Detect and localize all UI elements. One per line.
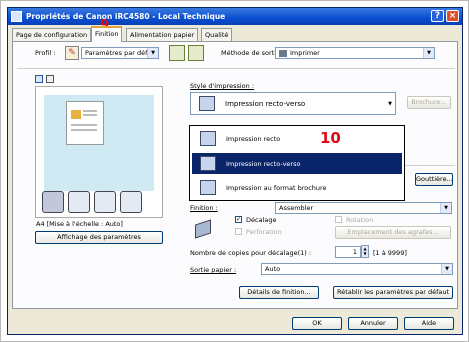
chevron-down-icon: ▼ — [423, 48, 434, 58]
option-simplex-label: Impression recto — [226, 135, 281, 143]
help-button[interactable]: Aide — [404, 317, 454, 330]
option-booklet[interactable]: Impression au format brochure — [192, 177, 402, 198]
profile-select[interactable]: Paramètres par défaut ▼ — [81, 47, 159, 59]
window-title: Propriétés de Canon iRC4580 - Local Tech… — [26, 12, 226, 21]
gutter-button[interactable]: Gouttière... — [415, 173, 453, 186]
staple-location-button[interactable]: Emplacement des agrafes... — [335, 226, 451, 239]
copies-icon — [42, 191, 64, 213]
print-icon — [279, 49, 287, 57]
help-icon[interactable]: ? — [431, 10, 444, 22]
option-duplex-label: Impression recto-verso — [226, 160, 301, 168]
duplex-style-icon — [199, 96, 215, 111]
cancel-button[interactable]: Annuler — [348, 317, 398, 330]
layout-icon[interactable] — [35, 75, 43, 83]
separator — [17, 68, 455, 69]
preview-box — [35, 86, 163, 218]
tab-finishing[interactable]: Finition — [91, 26, 123, 42]
booklet-button[interactable]: Brochure... — [407, 96, 451, 109]
offset-label: Décalage — [246, 216, 277, 224]
add-profile-icon[interactable] — [169, 45, 185, 61]
step-marker-10: 10 — [320, 129, 341, 147]
rotation-label: Rotation — [346, 216, 374, 224]
tab-paper-source[interactable]: Alimentation papier — [126, 28, 199, 41]
duplex-icon — [68, 191, 90, 213]
spinner-icon[interactable]: ▲ ▼ — [361, 245, 369, 258]
screenshot-frame: Propriétés de Canon iRC4580 - Local Tech… — [0, 0, 469, 342]
edit-profile-icon[interactable] — [188, 45, 204, 61]
restore-defaults-button[interactable]: Rétablir les paramètres par défaut — [333, 286, 453, 299]
tab-page-setup[interactable]: Page de configuration — [12, 28, 92, 41]
rotation-checkbox[interactable] — [335, 216, 342, 223]
profile-label: Profil : — [35, 49, 56, 57]
output-paper-label: Sortie papier : — [190, 266, 237, 274]
title-bar[interactable]: Propriétés de Canon iRC4580 - Local Tech… — [8, 8, 462, 25]
output-method-select[interactable]: Imprimer ▼ — [275, 47, 435, 59]
profile-icon: ✎ — [65, 46, 79, 60]
duplex-icon — [200, 156, 216, 171]
offset-checkbox[interactable]: ✓ — [235, 216, 242, 223]
printer-icon — [11, 11, 22, 22]
booklet-icon — [120, 191, 142, 213]
print-style-label: Style d'impression : — [190, 82, 255, 90]
print-style-value: Impression recto-verso — [225, 100, 306, 108]
output-paper-value: Auto — [265, 265, 281, 273]
print-style-select[interactable]: Impression recto-verso ▼ — [190, 92, 396, 115]
copies-per-offset-input[interactable]: 1 — [335, 246, 361, 258]
output-paper-select[interactable]: Auto ▼ — [261, 263, 453, 275]
chevron-down-icon: ▼ — [441, 264, 452, 274]
close-icon[interactable]: × — [446, 10, 459, 22]
tab-quality[interactable]: Qualité — [201, 28, 233, 41]
chevron-down-icon: ▼ — [440, 203, 451, 213]
ok-button[interactable]: OK — [292, 317, 342, 330]
booklet-icon — [200, 180, 216, 195]
chevron-down-icon: ▼ — [147, 48, 158, 58]
finishing-value: Assembler — [279, 204, 314, 212]
printer-properties-window: Propriétés de Canon iRC4580 - Local Tech… — [7, 7, 463, 335]
simplex-icon — [200, 131, 216, 146]
punch-label: Perforation — [246, 228, 282, 236]
copies-range: [1 à 9999] — [373, 249, 407, 257]
option-simplex[interactable]: Impression recto — [192, 128, 402, 149]
output-method-value: Imprimer — [290, 49, 320, 57]
punch-checkbox[interactable] — [235, 228, 242, 235]
page-preview-icon — [66, 101, 104, 145]
finishing-details-button[interactable]: Détails de finition... — [239, 286, 319, 299]
option-duplex[interactable]: Impression recto-verso — [192, 153, 402, 174]
show-settings-button[interactable]: Affichage des paramètres — [35, 231, 163, 244]
copies-per-offset-label: Nombre de copies pour décalage(1) : — [190, 249, 312, 257]
print-style-dropdown[interactable]: Impression recto Impression recto-verso … — [189, 125, 405, 201]
layout-page-icon — [94, 191, 116, 213]
chevron-down-icon: ▼ — [388, 101, 392, 107]
option-booklet-label: Impression au format brochure — [226, 184, 327, 192]
printer-view-icon[interactable] — [46, 75, 54, 83]
finishing-select[interactable]: Assembler ▼ — [275, 202, 452, 214]
staple-icon — [193, 218, 215, 240]
finishing-label: Finition : — [190, 204, 218, 212]
preview-caption: A4 [Mise à l'échelle : Auto] — [36, 220, 123, 228]
